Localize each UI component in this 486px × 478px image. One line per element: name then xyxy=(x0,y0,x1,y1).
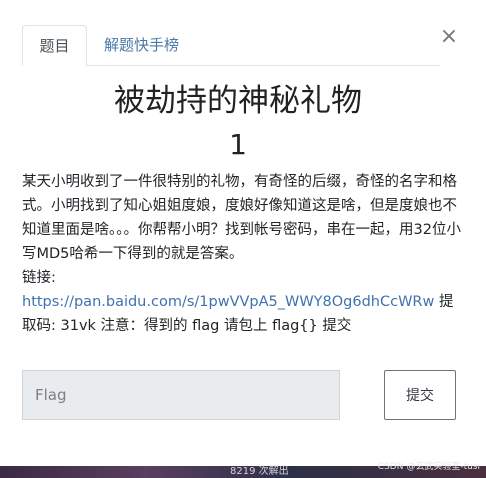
challenge-score: 1 xyxy=(229,128,247,161)
link-label: 链接: xyxy=(22,270,56,286)
tab-challenge[interactable]: 题目 xyxy=(22,25,87,66)
description-text: 某天小明收到了一件很特别的礼物，有奇怪的后缀，奇怪的名字和格式。小明找到了知心姐… xyxy=(22,174,461,262)
challenge-description: 某天小明收到了一件很特别的礼物，有奇怪的后缀，奇怪的名字和格式。小明找到了知心姐… xyxy=(22,170,462,338)
tab-solve-ranking[interactable]: 解题快手榜 xyxy=(104,25,179,65)
watermark: CSDN @玄武实验室-tusi xyxy=(377,462,480,472)
challenge-modal: 题目 解题快手榜 × 被劫持的神秘礼物 1 某天小明收到了一件很特别的礼物，有奇… xyxy=(0,0,486,478)
link-suffix: 提 xyxy=(438,294,454,310)
flag-input[interactable] xyxy=(22,370,340,420)
extract-code-note: 取码: 31vk 注意：得到的 flag 请包上 flag{} 提交 xyxy=(22,318,352,334)
challenge-title: 被劫持的神秘礼物 xyxy=(114,83,362,119)
background-solve-count: 8219 次解出 xyxy=(230,466,289,477)
tab-bar: 题目 解题快手榜 xyxy=(22,25,440,66)
submit-button[interactable]: 提交 xyxy=(384,370,456,420)
download-link[interactable]: https://pan.baidu.com/s/1pwVVpA5_WWY8Og6… xyxy=(22,294,434,310)
close-icon[interactable]: × xyxy=(439,25,459,49)
